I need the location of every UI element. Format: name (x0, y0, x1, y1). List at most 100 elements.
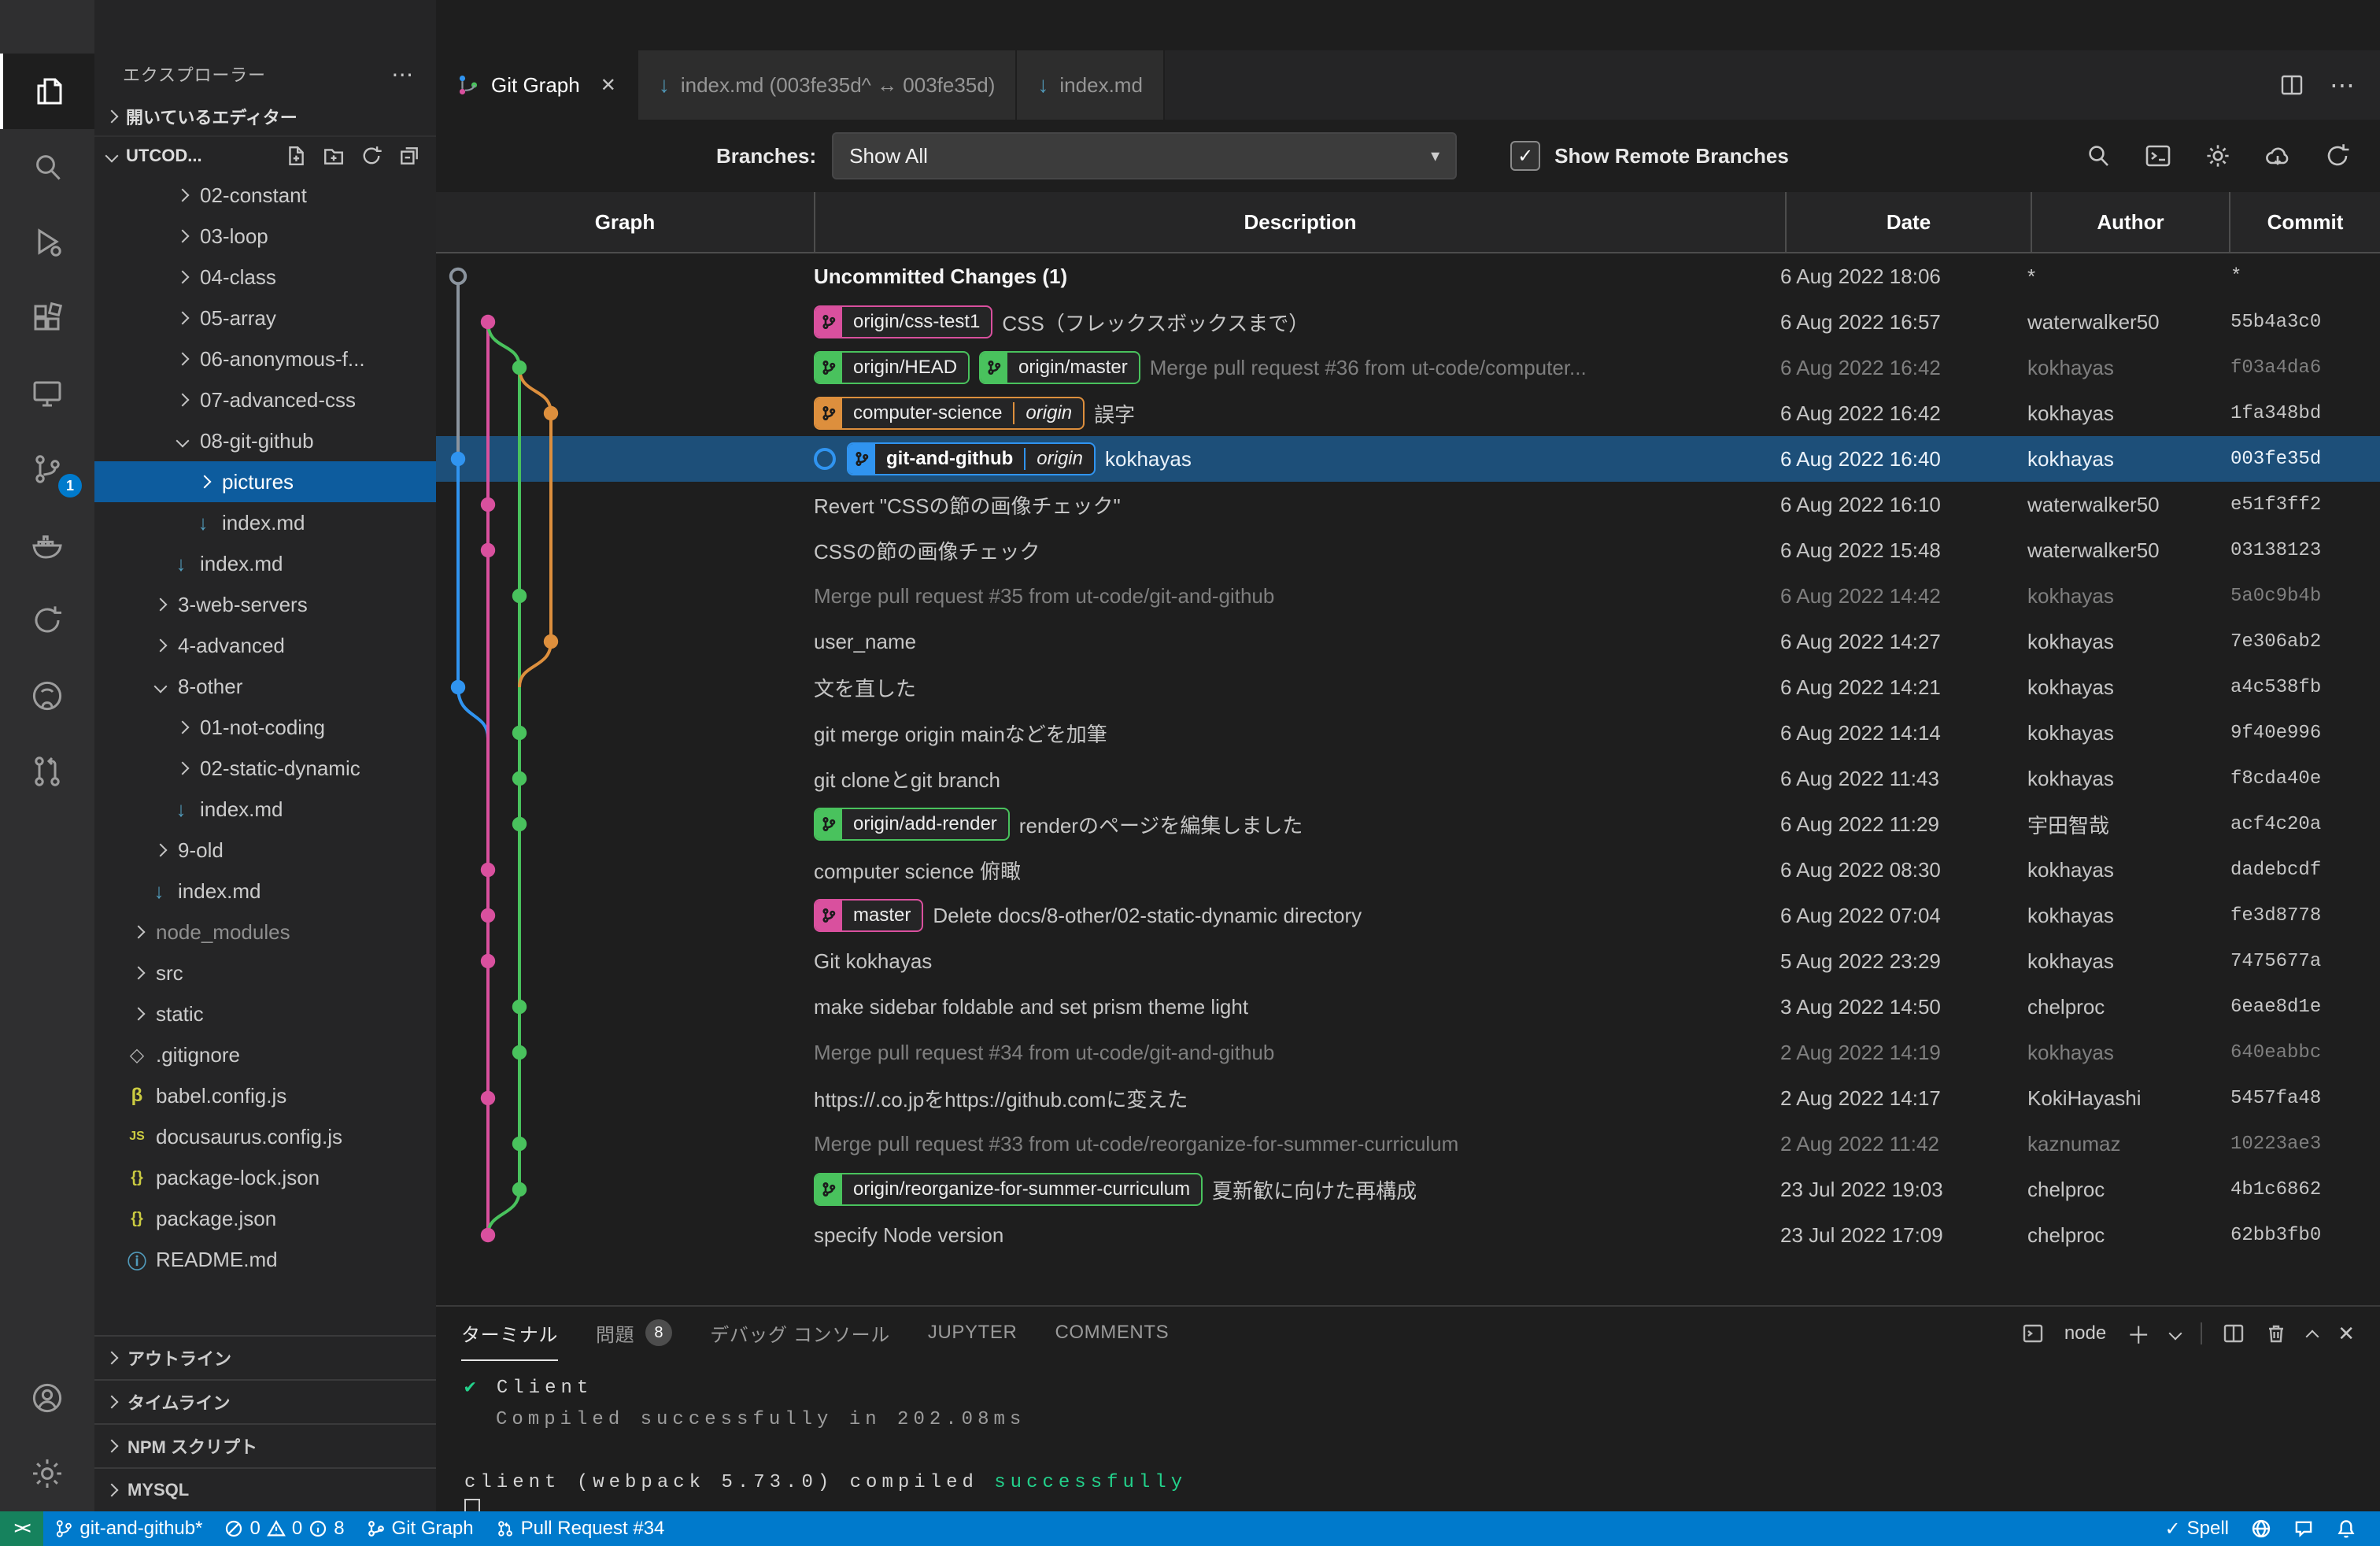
new-file-icon[interactable] (285, 145, 307, 167)
tree-item[interactable]: 02-constant (94, 175, 436, 216)
history-icon[interactable] (0, 583, 94, 658)
kill-terminal-icon[interactable] (2265, 1322, 2287, 1344)
editor-tab[interactable]: ↓index.md (1017, 50, 1165, 120)
editor-more-icon[interactable]: ⋯ (2330, 70, 2355, 100)
git-graph-status-item[interactable]: Git Graph (356, 1511, 485, 1546)
search-icon[interactable] (0, 129, 94, 205)
commit-row[interactable]: masterDelete docs/8-other/02-static-dyna… (436, 893, 2380, 938)
commit-row[interactable]: user_name6 Aug 2022 14:27kokhayas7e306ab… (436, 619, 2380, 664)
sidebar-section-タイムライン[interactable]: タイムライン (94, 1379, 436, 1423)
tree-item[interactable]: 8-other (94, 666, 436, 707)
sidebar-more-icon[interactable]: ⋯ (391, 61, 414, 87)
fetch-cloud-icon[interactable] (2264, 142, 2292, 170)
close-panel-icon[interactable]: ✕ (2338, 1322, 2355, 1346)
commit-row[interactable]: CSSの節の画像チェック6 Aug 2022 15:48waterwalker5… (436, 527, 2380, 573)
terminal-output[interactable]: ✔ ClientCompiled successfully in 202.08m… (436, 1360, 2380, 1511)
sidebar-section-アウトライン[interactable]: アウトライン (94, 1335, 436, 1379)
tree-item[interactable]: 4-advanced (94, 625, 436, 666)
remote-indicator[interactable]: >< (0, 1511, 43, 1546)
tree-item[interactable]: JSdocusaurus.config.js (94, 1116, 436, 1157)
tree-item[interactable]: {}package-lock.json (94, 1157, 436, 1198)
commit-row[interactable]: specify Node version23 Jul 2022 17:09che… (436, 1212, 2380, 1258)
extensions-icon[interactable] (0, 280, 94, 356)
commit-row[interactable]: origin/HEADorigin/masterMerge pull reque… (436, 345, 2380, 390)
commit-row[interactable]: https://.co.jpをhttps://github.comに変えた2 A… (436, 1075, 2380, 1121)
tree-item[interactable]: 03-loop (94, 216, 436, 257)
spell-status-item[interactable]: ✓ Spell (2154, 1511, 2240, 1546)
branch-badge[interactable]: origin/HEAD (814, 351, 970, 384)
find-icon[interactable] (2084, 142, 2112, 170)
column-header-description[interactable]: Description (814, 192, 1785, 252)
commit-row[interactable]: Merge pull request #35 from ut-code/git-… (436, 573, 2380, 619)
tree-item[interactable]: 04-class (94, 257, 436, 298)
account-icon[interactable] (0, 1360, 94, 1436)
settings-icon[interactable] (0, 1436, 94, 1511)
branch-badge[interactable]: origin/master (979, 351, 1140, 384)
column-header-graph[interactable]: Graph (436, 192, 814, 252)
tree-item[interactable]: 06-anonymous-f... (94, 338, 436, 379)
panel-tab[interactable]: デバッグ コンソール (710, 1306, 890, 1361)
refresh-icon[interactable] (2323, 142, 2352, 170)
commit-row[interactable]: Merge pull request #33 from ut-code/reor… (436, 1121, 2380, 1167)
commit-row[interactable]: git-and-githuboriginkokhayas6 Aug 2022 1… (436, 436, 2380, 482)
commit-row[interactable]: 文を直した6 Aug 2022 14:21kokhayasa4c538fb (436, 664, 2380, 710)
globe-status-item[interactable] (2240, 1511, 2282, 1546)
tree-item[interactable]: 05-array (94, 298, 436, 338)
branch-badge[interactable]: git-and-githuborigin (847, 442, 1096, 475)
show-remote-branches-checkbox[interactable]: ✓ (1510, 141, 1540, 171)
new-terminal-icon[interactable]: ＋ (2127, 1316, 2150, 1351)
tree-item[interactable]: ↓index.md (94, 871, 436, 912)
collapse-all-icon[interactable] (398, 145, 420, 167)
branches-dropdown[interactable]: Show All ▾ (832, 132, 1457, 179)
tree-item[interactable]: 08-git-github (94, 420, 436, 461)
run-debug-icon[interactable] (0, 205, 94, 280)
commit-row[interactable]: Revert "CSSの節の画像チェック"6 Aug 2022 16:10wat… (436, 482, 2380, 527)
pull-request-status-item[interactable]: Pull Request #34 (485, 1511, 676, 1546)
tree-item[interactable]: ◇.gitignore (94, 1034, 436, 1075)
commit-row[interactable]: origin/css-test1CSS（フレックスボックスまで）6 Aug 20… (436, 299, 2380, 345)
settings-gear-icon[interactable] (2204, 142, 2232, 170)
tree-item[interactable]: 9-old (94, 830, 436, 871)
split-terminal-icon[interactable] (2223, 1322, 2245, 1344)
panel-tab[interactable]: JUPYTER (928, 1306, 1018, 1361)
problems-status-item[interactable]: 0 0 8 (213, 1511, 355, 1546)
tree-item[interactable]: ⓘREADME.md (94, 1239, 436, 1280)
commit-row[interactable]: origin/reorganize-for-summer-curriculum夏… (436, 1167, 2380, 1212)
column-header-commit[interactable]: Commit (2229, 192, 2380, 252)
sidebar-section-MYSQL[interactable]: MYSQL (94, 1467, 436, 1511)
panel-tab[interactable]: ターミナル (461, 1306, 558, 1361)
tree-item[interactable]: node_modules (94, 912, 436, 952)
tree-item[interactable]: 07-advanced-css (94, 379, 436, 420)
tree-item[interactable]: static (94, 993, 436, 1034)
commit-row[interactable]: computer science 俯瞰6 Aug 2022 08:30kokha… (436, 847, 2380, 893)
commit-row[interactable]: Uncommitted Changes (1)6 Aug 2022 18:06*… (436, 253, 2380, 299)
explorer-icon[interactable] (0, 54, 94, 129)
panel-tab[interactable]: COMMENTS (1055, 1306, 1169, 1361)
tree-item[interactable]: βbabel.config.js (94, 1075, 436, 1116)
commit-row[interactable]: git cloneとgit branch6 Aug 2022 11:43kokh… (436, 756, 2380, 801)
split-editor-icon[interactable] (2279, 72, 2304, 98)
feedback-status-item[interactable] (2282, 1511, 2325, 1546)
refresh-explorer-icon[interactable] (360, 145, 382, 167)
sidebar-section-NPM スクリプト[interactable]: NPM スクリプト (94, 1423, 436, 1467)
branch-badge[interactable]: origin/add-render (814, 808, 1010, 841)
terminal-profile-label[interactable]: node (2064, 1322, 2106, 1344)
commit-row[interactable]: make sidebar foldable and set prism them… (436, 984, 2380, 1030)
tree-item[interactable]: 3-web-servers (94, 584, 436, 625)
remote-explorer-icon[interactable] (0, 356, 94, 431)
pull-requests-icon[interactable] (0, 734, 94, 809)
docker-icon[interactable] (0, 507, 94, 583)
tree-item[interactable]: ↓index.md (94, 502, 436, 543)
maximize-panel-icon[interactable] (2306, 1330, 2319, 1344)
notifications-status-item[interactable] (2325, 1511, 2367, 1546)
tree-item[interactable]: 01-not-coding (94, 707, 436, 748)
commit-row[interactable]: origin/add-renderrenderのページを編集しました6 Aug … (436, 801, 2380, 847)
new-folder-icon[interactable] (323, 145, 345, 167)
terminal-dropdown-icon[interactable] (2169, 1327, 2182, 1341)
source-control-icon[interactable]: 1 (0, 431, 94, 507)
commit-row[interactable]: computer-scienceorigin誤字6 Aug 2022 16:42… (436, 390, 2380, 436)
branch-badge[interactable]: origin/css-test1 (814, 305, 992, 338)
branch-status-item[interactable]: git-and-github* (43, 1511, 213, 1546)
close-tab-icon[interactable]: ✕ (601, 74, 616, 97)
tree-item[interactable]: ↓index.md (94, 789, 436, 830)
